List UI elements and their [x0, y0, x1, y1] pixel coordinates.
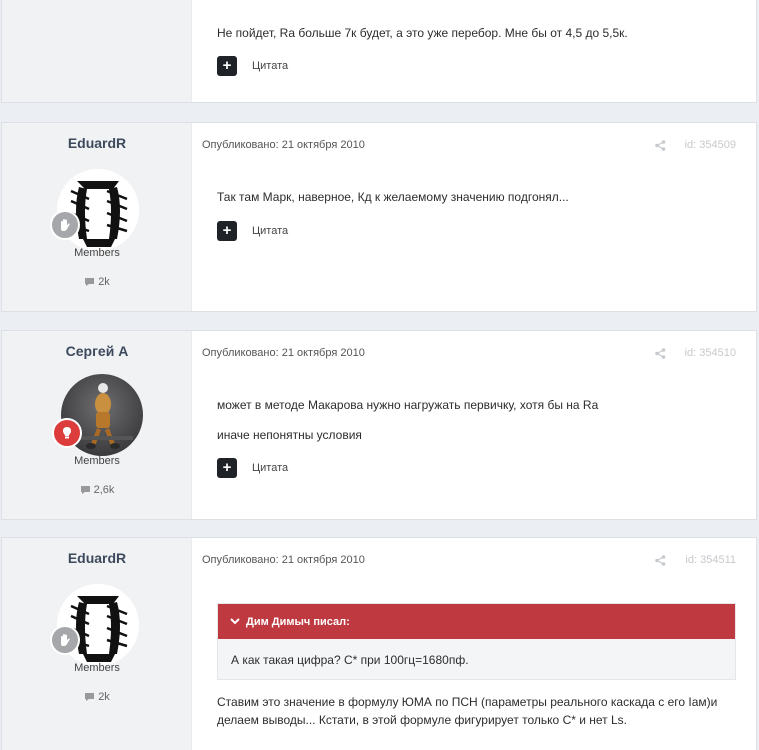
- post: EduardR Members 2k Опубликовано: 21 октя…: [1, 537, 757, 750]
- post-text: Ставим это значение в формулу ЮМА по ПСН…: [217, 695, 718, 709]
- post-text: Не пойдет, Ra больше 7к будет, а это уже…: [217, 26, 628, 40]
- lightbulb-icon: [63, 427, 71, 439]
- blockquote-text: А как такая цифра? С* при 100гц=1680пф.: [231, 653, 469, 667]
- post-content: Опубликовано: 21 октября 2010 id: 354510…: [193, 331, 756, 519]
- quote-button[interactable]: Цитата: [252, 60, 288, 72]
- quote-plus-icon[interactable]: +: [217, 221, 237, 241]
- author-name[interactable]: Сергей А: [2, 343, 192, 359]
- comment-icon: [80, 486, 90, 494]
- quote-button[interactable]: Цитата: [252, 462, 288, 474]
- post-date[interactable]: Опубликовано: 21 октября 2010: [202, 347, 365, 359]
- blockquote: Дим Димыч писал: А как такая цифра? С* п…: [217, 603, 736, 680]
- post: EduardR Members 2k Опубликовано: 21 октя…: [1, 122, 757, 312]
- comment-icon: [85, 278, 95, 286]
- author-panel: Сергей А Members 2,6k: [2, 331, 192, 519]
- rank-badge: [50, 625, 80, 655]
- post-id[interactable]: id: 354511: [685, 554, 736, 566]
- post-count-value: 2k: [98, 691, 110, 703]
- post-content: Опубликовано: 21 октября 2010 id: 354509…: [193, 123, 756, 311]
- post-content: Опубликовано: 21 октября 2010 id: 354511…: [193, 538, 756, 750]
- rank-badge: [50, 210, 80, 240]
- comment-icon: [85, 693, 95, 701]
- post-content: Не пойдет, Ra больше 7к будет, а это уже…: [193, 0, 756, 102]
- author-panel: EduardR Members 2k: [2, 538, 192, 750]
- author-panel: [2, 0, 192, 102]
- author-panel: EduardR Members 2k: [2, 123, 192, 311]
- post-id[interactable]: id: 354509: [685, 139, 736, 151]
- post-count-value: 2,6k: [93, 484, 115, 496]
- post-date[interactable]: Опубликовано: 21 октября 2010: [202, 139, 365, 151]
- post-text: иначе непонятны условия: [217, 428, 362, 442]
- author-name[interactable]: EduardR: [2, 135, 192, 151]
- blockquote-header[interactable]: Дим Димыч писал:: [218, 604, 735, 639]
- post: Не пойдет, Ra больше 7к будет, а это уже…: [1, 0, 757, 103]
- member-group: Members: [74, 662, 120, 674]
- share-icon[interactable]: [655, 555, 666, 566]
- quote-plus-icon[interactable]: +: [217, 458, 237, 478]
- share-icon[interactable]: [655, 348, 666, 359]
- share-icon[interactable]: [655, 140, 666, 151]
- post-text: делаем выводы... Кстати, в этой формуле …: [217, 713, 628, 727]
- post: Сергей А Members 2,6k Опубликовано: 21 о…: [1, 330, 757, 520]
- member-group: Members: [74, 247, 120, 259]
- author-name[interactable]: EduardR: [2, 550, 192, 566]
- post-text: Так там Марк, наверное, Кд к желаемому з…: [217, 190, 569, 204]
- chevron-down-icon: [230, 618, 240, 625]
- member-group: Members: [74, 455, 120, 467]
- post-date[interactable]: Опубликовано: 21 октября 2010: [202, 554, 365, 566]
- post-id[interactable]: id: 354510: [685, 347, 736, 359]
- quote-plus-icon[interactable]: +: [217, 56, 237, 76]
- post-count: 2k: [2, 691, 192, 703]
- blockquote-author: Дим Димыч писал:: [246, 615, 350, 628]
- post-count: 2k: [2, 276, 192, 288]
- hand-icon: [61, 219, 70, 231]
- post-count: 2,6k: [2, 484, 192, 496]
- hand-icon: [61, 634, 70, 646]
- post-count-value: 2k: [98, 276, 110, 288]
- rank-badge: [52, 418, 82, 448]
- post-text: может в методе Макарова нужно нагружать …: [217, 398, 599, 412]
- quote-button[interactable]: Цитата: [252, 225, 288, 237]
